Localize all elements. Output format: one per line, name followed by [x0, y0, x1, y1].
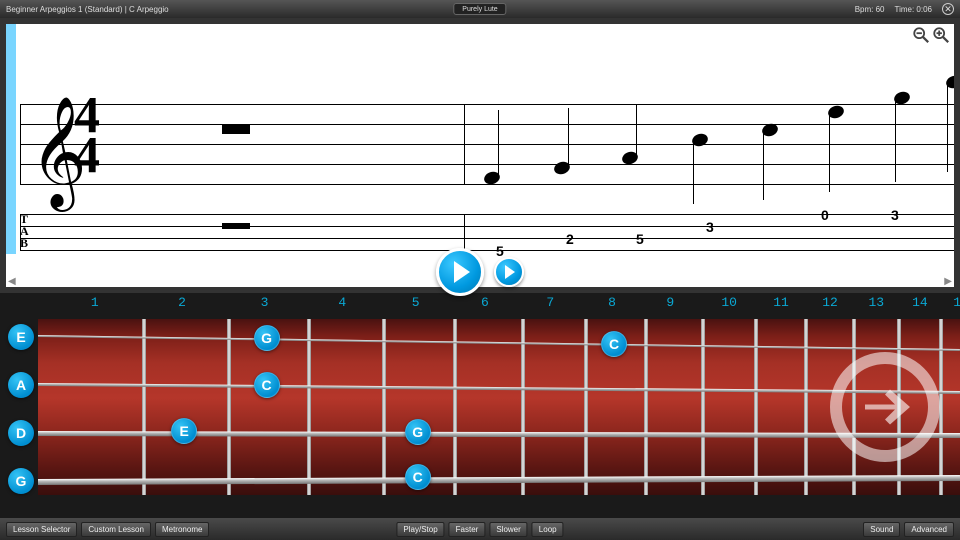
advanced-button[interactable]: Advanced	[904, 522, 954, 537]
tab-number: 0	[821, 207, 829, 223]
zoom-out-button[interactable]	[912, 26, 930, 44]
sound-button[interactable]: Sound	[863, 522, 900, 537]
fret-number-row: 123456789101112131415	[0, 293, 960, 313]
bottom-bar: Lesson Selector Custom Lesson Metronome Pl…	[0, 518, 960, 540]
arrow-right-icon	[855, 377, 915, 437]
fret-number: 1	[91, 295, 99, 310]
note-stem	[829, 114, 830, 192]
play-stop-button[interactable]: Play/Stop	[396, 522, 444, 537]
fingering-dot[interactable]: C	[405, 464, 431, 490]
close-icon: ✕	[944, 4, 952, 15]
top-bar: Beginner Arpeggios 1 (Standard) | C Arpe…	[0, 0, 960, 18]
tab-number: 2	[566, 231, 574, 247]
open-string-label[interactable]: G	[8, 468, 34, 494]
timesig-bot: 4	[74, 136, 100, 176]
neck: GCCEGC	[38, 319, 960, 495]
zoom-in-icon	[932, 26, 950, 44]
note-stem	[636, 104, 637, 158]
tab-number: 5	[636, 231, 644, 247]
fingering-dot[interactable]: C	[254, 372, 280, 398]
fingering-dot[interactable]: G	[405, 419, 431, 445]
close-button[interactable]: ✕	[942, 3, 954, 15]
fret-number: 15	[953, 295, 960, 310]
note-head	[945, 74, 954, 90]
slower-button[interactable]: Slower	[489, 522, 527, 537]
brand-badge: Purely Lute	[453, 3, 506, 15]
fretboard-panel: GCCEGC EADG	[0, 313, 960, 518]
faster-button[interactable]: Faster	[449, 522, 486, 537]
note-stem	[568, 108, 569, 168]
play-button-main[interactable]	[436, 248, 484, 296]
note-stem	[693, 142, 694, 204]
play-icon	[454, 261, 470, 283]
fret-number: 2	[178, 295, 186, 310]
loop-button[interactable]: Loop	[532, 522, 564, 537]
time-readout: Time: 0:06	[895, 5, 933, 14]
next-position-button[interactable]	[830, 352, 940, 462]
fingering-dot[interactable]: G	[254, 325, 280, 351]
fret-number: 10	[721, 295, 737, 310]
fret-number: 3	[261, 295, 269, 310]
fret-number: 14	[912, 295, 928, 310]
note-stem	[947, 84, 948, 172]
tab-number: 3	[891, 207, 899, 223]
bpm-readout: Bpm: 60	[855, 5, 885, 14]
fret-number: 6	[481, 295, 489, 310]
note-stem	[763, 132, 764, 200]
note-stem	[498, 110, 499, 178]
fret-number: 4	[338, 295, 346, 310]
fret-number: 12	[822, 295, 838, 310]
metronome-button[interactable]: Metronome	[155, 522, 209, 537]
custom-lesson-button[interactable]: Custom Lesson	[81, 522, 151, 537]
open-string-label[interactable]: A	[8, 372, 34, 398]
open-string-label[interactable]: D	[8, 420, 34, 446]
zoom-out-icon	[912, 26, 930, 44]
fret-number: 8	[608, 295, 616, 310]
open-string-label[interactable]: E	[8, 324, 34, 350]
fret-number: 7	[546, 295, 554, 310]
fret-number: 11	[773, 295, 789, 310]
whole-rest	[222, 124, 250, 134]
fret-number: 9	[666, 295, 674, 310]
fret-number: 13	[868, 295, 884, 310]
tab-number: 3	[706, 219, 714, 235]
score-panel: 𝄞 4 4 TAB 525303 ◀ ▶	[0, 18, 960, 293]
lesson-title: Beginner Arpeggios 1 (Standard) | C Arpe…	[6, 5, 169, 14]
play-button-secondary[interactable]	[494, 257, 524, 287]
playhead-cursor	[6, 24, 16, 254]
fingering-dot[interactable]: C	[601, 331, 627, 357]
zoom-in-button[interactable]	[932, 26, 950, 44]
lesson-selector-button[interactable]: Lesson Selector	[6, 522, 77, 537]
fret-number: 5	[412, 295, 420, 310]
play-small-icon	[505, 265, 515, 279]
note-stem	[895, 100, 896, 182]
